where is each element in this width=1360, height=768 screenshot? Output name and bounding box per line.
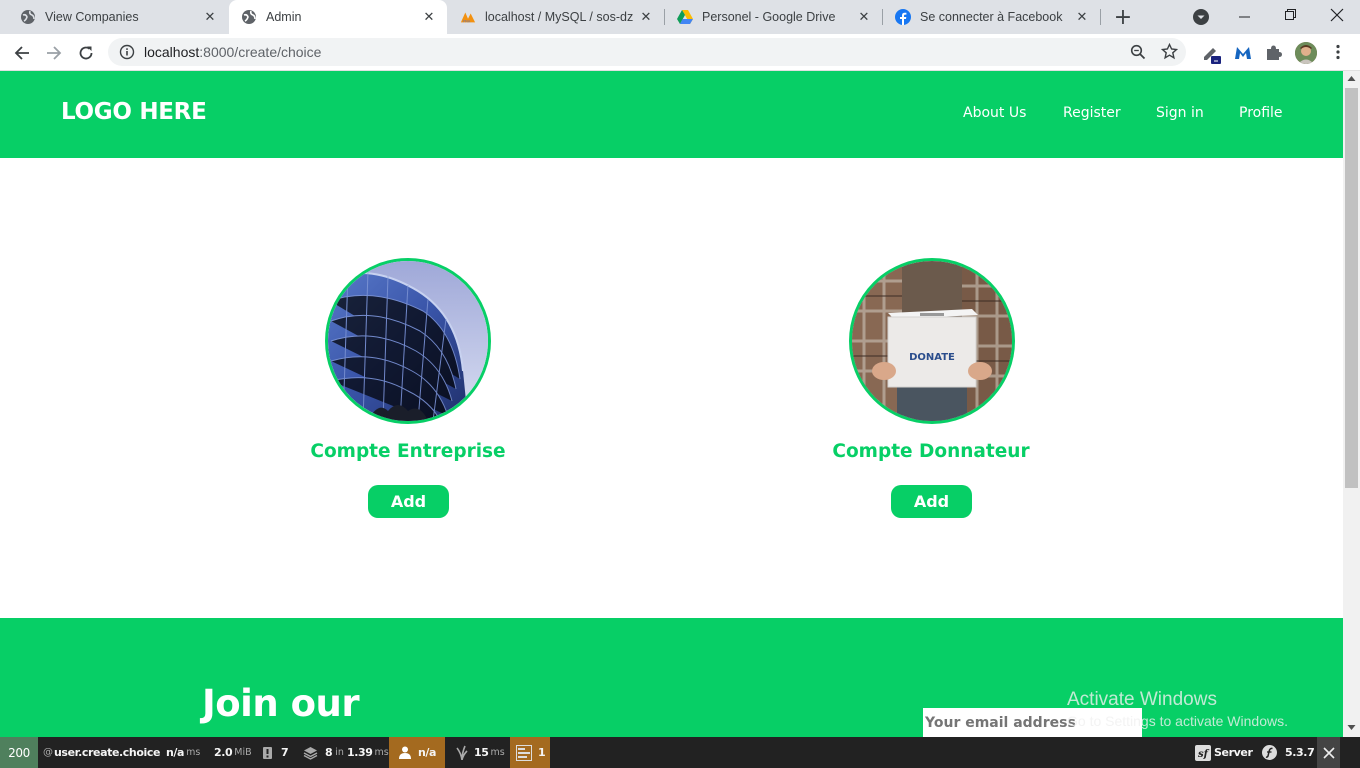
scroll-down-icon[interactable] (1347, 724, 1356, 731)
nav-register[interactable]: Register (1063, 105, 1121, 121)
malwarebytes-icon[interactable] (1234, 45, 1252, 61)
symfony-version[interactable]: 5.3.7 (1262, 737, 1315, 768)
donate-box-image: DONATE (849, 258, 1015, 424)
new-tab-icon[interactable]: + (1111, 5, 1135, 30)
security-user[interactable]: n/a (389, 737, 445, 768)
tab-search-icon[interactable] (1193, 9, 1209, 25)
add-entreprise-button[interactable]: Add (368, 485, 449, 518)
layers-icon (303, 746, 318, 760)
scroll-up-icon[interactable] (1347, 75, 1356, 82)
info-icon[interactable] (119, 44, 135, 60)
tab-phpmyadmin[interactable]: PMA localhost / MySQL / sos-dz / ✕ (448, 0, 664, 34)
tab-google-drive[interactable]: Personel - Google Drive ✕ (665, 0, 882, 34)
donate-box-label: DONATE (909, 352, 955, 363)
company-building-image (325, 258, 491, 424)
url-host: localhost (144, 44, 200, 60)
minimize-icon[interactable] (1238, 8, 1252, 22)
phpmyadmin-icon: PMA (460, 9, 476, 25)
menu-dots-icon[interactable] (1330, 43, 1346, 61)
close-tab-icon[interactable]: ✕ (854, 7, 874, 27)
nav-profile[interactable]: Profile (1239, 105, 1283, 121)
cache-info[interactable]: 8 in 1.39 ms (303, 737, 389, 768)
browser-tab-bar: View Companies ✕ Admin ✕ PMA localhost /… (0, 0, 1360, 34)
request-time[interactable]: n/a ms (166, 737, 200, 768)
sf-server-icon: sf (1195, 744, 1211, 761)
globe-icon (20, 9, 36, 25)
newsletter-heading: Join our (202, 682, 360, 725)
card-title-entreprise: Compte Entreprise (310, 441, 506, 462)
site-navbar: LOGO HERE About Us Register Sign in Prof… (0, 71, 1343, 158)
reload-icon[interactable] (72, 39, 100, 67)
facebook-icon (895, 9, 911, 25)
user-icon (399, 746, 411, 759)
add-donnateur-button[interactable]: Add (891, 485, 972, 518)
extensions-puzzle-icon[interactable] (1265, 44, 1282, 61)
tab-facebook[interactable]: Se connecter à Facebook ✕ (883, 0, 1100, 34)
profile-avatar[interactable] (1295, 42, 1317, 64)
svg-text:PMA: PMA (463, 19, 471, 23)
tab-admin[interactable]: Admin ✕ (229, 0, 447, 34)
browser-toolbar: localhost:8000/create/choice (0, 34, 1360, 71)
address-bar[interactable]: localhost:8000/create/choice (108, 38, 1186, 66)
page-viewport: LOGO HERE About Us Register Sign in Prof… (0, 71, 1343, 737)
close-toolbar-icon[interactable] (1317, 737, 1340, 768)
twig-icon (456, 745, 468, 760)
url-path: :8000/create/choice (199, 44, 322, 60)
memory-usage[interactable]: 2.0 MiB (214, 737, 252, 768)
close-tab-icon[interactable]: ✕ (636, 7, 656, 27)
zoom-icon[interactable] (1130, 44, 1146, 63)
logs-icon (262, 746, 273, 760)
scrollbar-thumb[interactable] (1345, 88, 1358, 488)
bookmark-star-icon[interactable] (1160, 42, 1179, 63)
twig-time[interactable]: 15 ms (456, 737, 505, 768)
route-info[interactable]: @ user.create.choice (43, 737, 160, 768)
card-title-donnateur: Compte Donnateur (832, 441, 1030, 462)
activate-windows-notice: Activate Windows Go to Settings to activ… (1067, 689, 1288, 729)
server-info[interactable]: sf Server (1195, 737, 1253, 768)
globe-icon (241, 9, 257, 25)
status-badge[interactable]: 200 (0, 737, 38, 768)
back-arrow-icon[interactable] (8, 39, 36, 67)
close-window-icon[interactable] (1330, 7, 1344, 22)
svg-text:sf: sf (1198, 749, 1210, 760)
forward-arrow-icon[interactable] (40, 39, 68, 67)
close-tab-icon[interactable]: ✕ (1072, 7, 1092, 27)
restore-icon[interactable] (1284, 7, 1298, 21)
nav-about-us[interactable]: About Us (963, 105, 1026, 121)
form-icon (516, 744, 532, 761)
close-tab-icon[interactable]: ✕ (419, 7, 439, 27)
extension-pencil-icon[interactable] (1202, 43, 1222, 65)
google-drive-icon (677, 9, 693, 25)
close-tab-icon[interactable]: ✕ (200, 7, 220, 27)
site-logo[interactable]: LOGO HERE (61, 99, 207, 125)
logs-count[interactable]: 7 (262, 737, 289, 768)
symfony-logo-icon (1262, 745, 1277, 760)
symfony-debug-toolbar: 200 @ user.create.choice n/a ms 2.0 MiB 7 … (0, 737, 1360, 768)
nav-sign-in[interactable]: Sign in (1156, 105, 1204, 121)
user-panel-bg (389, 737, 445, 768)
tab-view-companies[interactable]: View Companies ✕ (8, 0, 228, 34)
forms-info[interactable]: 1 (510, 737, 550, 768)
